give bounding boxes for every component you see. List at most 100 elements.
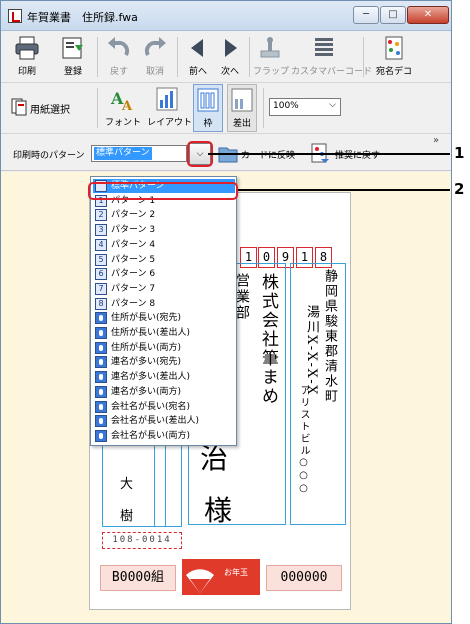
flap-icon (257, 35, 283, 61)
next-button[interactable]: 次へ (215, 33, 245, 81)
paper-select-button[interactable]: 用紙選択 (11, 96, 91, 120)
print-label: 印刷 (17, 67, 36, 77)
zoom-value: 100% (273, 101, 299, 111)
deco-label: 宛名デコ (375, 67, 412, 77)
app-icon (8, 9, 22, 23)
layout-icon (154, 86, 180, 112)
sender-label: 差出 (232, 119, 251, 129)
font-label: フォント (105, 118, 142, 128)
flap-label: フラップ (253, 67, 290, 77)
overflow-icon[interactable]: » (433, 135, 439, 146)
maximize-button[interactable]: □ (380, 6, 406, 24)
address-line2: 湯川X-X-X-X (304, 305, 319, 397)
frame-label: 枠 (203, 119, 213, 129)
dropdown-item[interactable]: 住所が長い(両方) (93, 341, 235, 355)
redo-icon (142, 35, 168, 61)
fan-icon (186, 569, 214, 593)
redo-button[interactable]: 取消 (139, 33, 171, 81)
sender-address-column (154, 443, 166, 527)
dropdown-item[interactable]: 住所が長い(差出人) (93, 326, 235, 340)
minimize-button[interactable]: ─ (353, 6, 379, 24)
lottery-group: B0000組 (100, 565, 176, 591)
pattern-number-icon: 8 (95, 297, 107, 310)
dropdown-item-label: 住所が長い(差出人) (111, 328, 191, 338)
prev-label: 前へ (188, 67, 207, 77)
dropdown-item[interactable]: 6 パターン 6 (93, 267, 235, 281)
toolbar-separator (177, 37, 178, 77)
sender-icon (229, 87, 255, 113)
font-icon: AA (109, 86, 135, 114)
close-button[interactable]: ✕ (407, 6, 449, 24)
pattern-number-icon: 3 (95, 224, 107, 237)
deco-icon (381, 35, 407, 61)
dropdown-item[interactable]: 2 パターン 2 (93, 208, 235, 222)
frame-button[interactable]: 枠 (193, 84, 223, 132)
register-label: 登録 (63, 67, 82, 77)
pattern-number-icon: 7 (95, 282, 107, 295)
barcode-icon (311, 35, 337, 61)
dropdown-item[interactable]: 連名が多い(宛先) (93, 355, 235, 369)
dropdown-item-label: パターン 2 (111, 210, 156, 221)
toolbar-separator (363, 37, 364, 77)
dropdown-item-label: 会社名が長い(差出人) (111, 416, 200, 427)
dropdown-item[interactable]: 4 パターン 4 (93, 238, 235, 252)
register-button[interactable]: 登録 (55, 33, 91, 81)
company-name: 株式会社筆まめ (258, 273, 278, 406)
dropdown-item-label: 会社名が長い(宛名) (111, 401, 191, 412)
prev-button[interactable]: 前へ (183, 33, 213, 81)
print-button[interactable]: 印刷 (9, 33, 45, 81)
dropdown-item[interactable]: 住所が長い(宛先) (93, 311, 235, 325)
callout-2-highlight (88, 182, 238, 200)
zoom-select[interactable]: 100% ⌵ (269, 98, 341, 116)
dropdown-item-label: パターン 3 (111, 225, 156, 236)
pattern-value: 標準パターン (94, 147, 152, 160)
callout-1-line (208, 153, 450, 155)
dropdown-item[interactable]: 5 パターン 5 (93, 253, 235, 267)
pattern-custom-icon (95, 400, 107, 413)
dropdown-item[interactable]: 8 パターン 8 (93, 297, 235, 311)
pattern-number-icon: 2 (95, 209, 107, 222)
dropdown-item-label: パターン 6 (111, 269, 156, 280)
layout-button[interactable]: レイアウト (147, 84, 193, 132)
dropdown-item[interactable]: 連名が多い(両方) (93, 385, 235, 399)
dropdown-item[interactable]: 3 パターン 3 (93, 223, 235, 237)
dropdown-item-label: 連名が多い(両方) (111, 386, 182, 397)
pattern-custom-icon (95, 327, 107, 339)
next-icon (217, 35, 243, 61)
dropdown-item-label: 連名が多い(宛先) (111, 357, 182, 368)
dropdown-item-label: パターン 4 (111, 239, 156, 250)
deco-button[interactable]: 宛名デコ (371, 33, 417, 81)
dropdown-item-label: 連名が多い(差出人) (111, 372, 191, 383)
undo-button[interactable]: 戻す (103, 33, 135, 81)
address-line1: 静岡県駿東郡清水町 (322, 269, 337, 404)
dropdown-item[interactable]: 会社名が長い(両方) (93, 429, 235, 443)
register-icon (60, 35, 86, 61)
barcode-button[interactable]: カスタマバーコード (291, 33, 372, 81)
toolbar-separator (263, 88, 264, 128)
toolbar-separator (97, 37, 98, 77)
format-toolbar: 用紙選択 AA フォント レイアウト 枠 差出 100% ⌵ (1, 84, 451, 134)
layout-label: レイアウト (147, 118, 193, 128)
pattern-dropdown-list: 標準パターン 1 パターン 1 2 パターン 2 3 パターン 3 4 パターン 4 5 パターン … (90, 176, 237, 446)
pattern-custom-icon (95, 356, 107, 369)
dropdown-item-label: パターン 8 (111, 298, 156, 309)
pattern-combo[interactable]: 標準パターン (91, 145, 187, 162)
pattern-custom-icon (95, 371, 107, 384)
dropdown-item[interactable]: 会社名が長い(差出人) (93, 414, 235, 428)
font-button[interactable]: AA フォント (105, 84, 142, 132)
app-window: 年賀業書 住所録.fwa ─ □ ✕ 印刷 登録 戻す 取消 前へ 次へ フラッ… (0, 0, 452, 624)
flap-button[interactable]: フラップ (253, 33, 290, 81)
redo-label: 取消 (145, 67, 164, 77)
prev-icon (185, 35, 211, 61)
callout-2-line (237, 189, 450, 191)
sender-button[interactable]: 差出 (227, 84, 257, 132)
dropdown-item[interactable]: 会社名が長い(宛名) (93, 400, 235, 414)
undo-label: 戻す (109, 67, 128, 77)
dropdown-item[interactable]: 7 パターン 7 (93, 282, 235, 296)
sender-name2: 樹 (120, 509, 134, 524)
paper-select-label: 用紙選択 (30, 105, 70, 116)
sender-frame[interactable] (102, 443, 182, 527)
pattern-number-icon: 6 (95, 268, 107, 281)
undo-icon (106, 35, 132, 61)
dropdown-item[interactable]: 連名が多い(差出人) (93, 370, 235, 384)
